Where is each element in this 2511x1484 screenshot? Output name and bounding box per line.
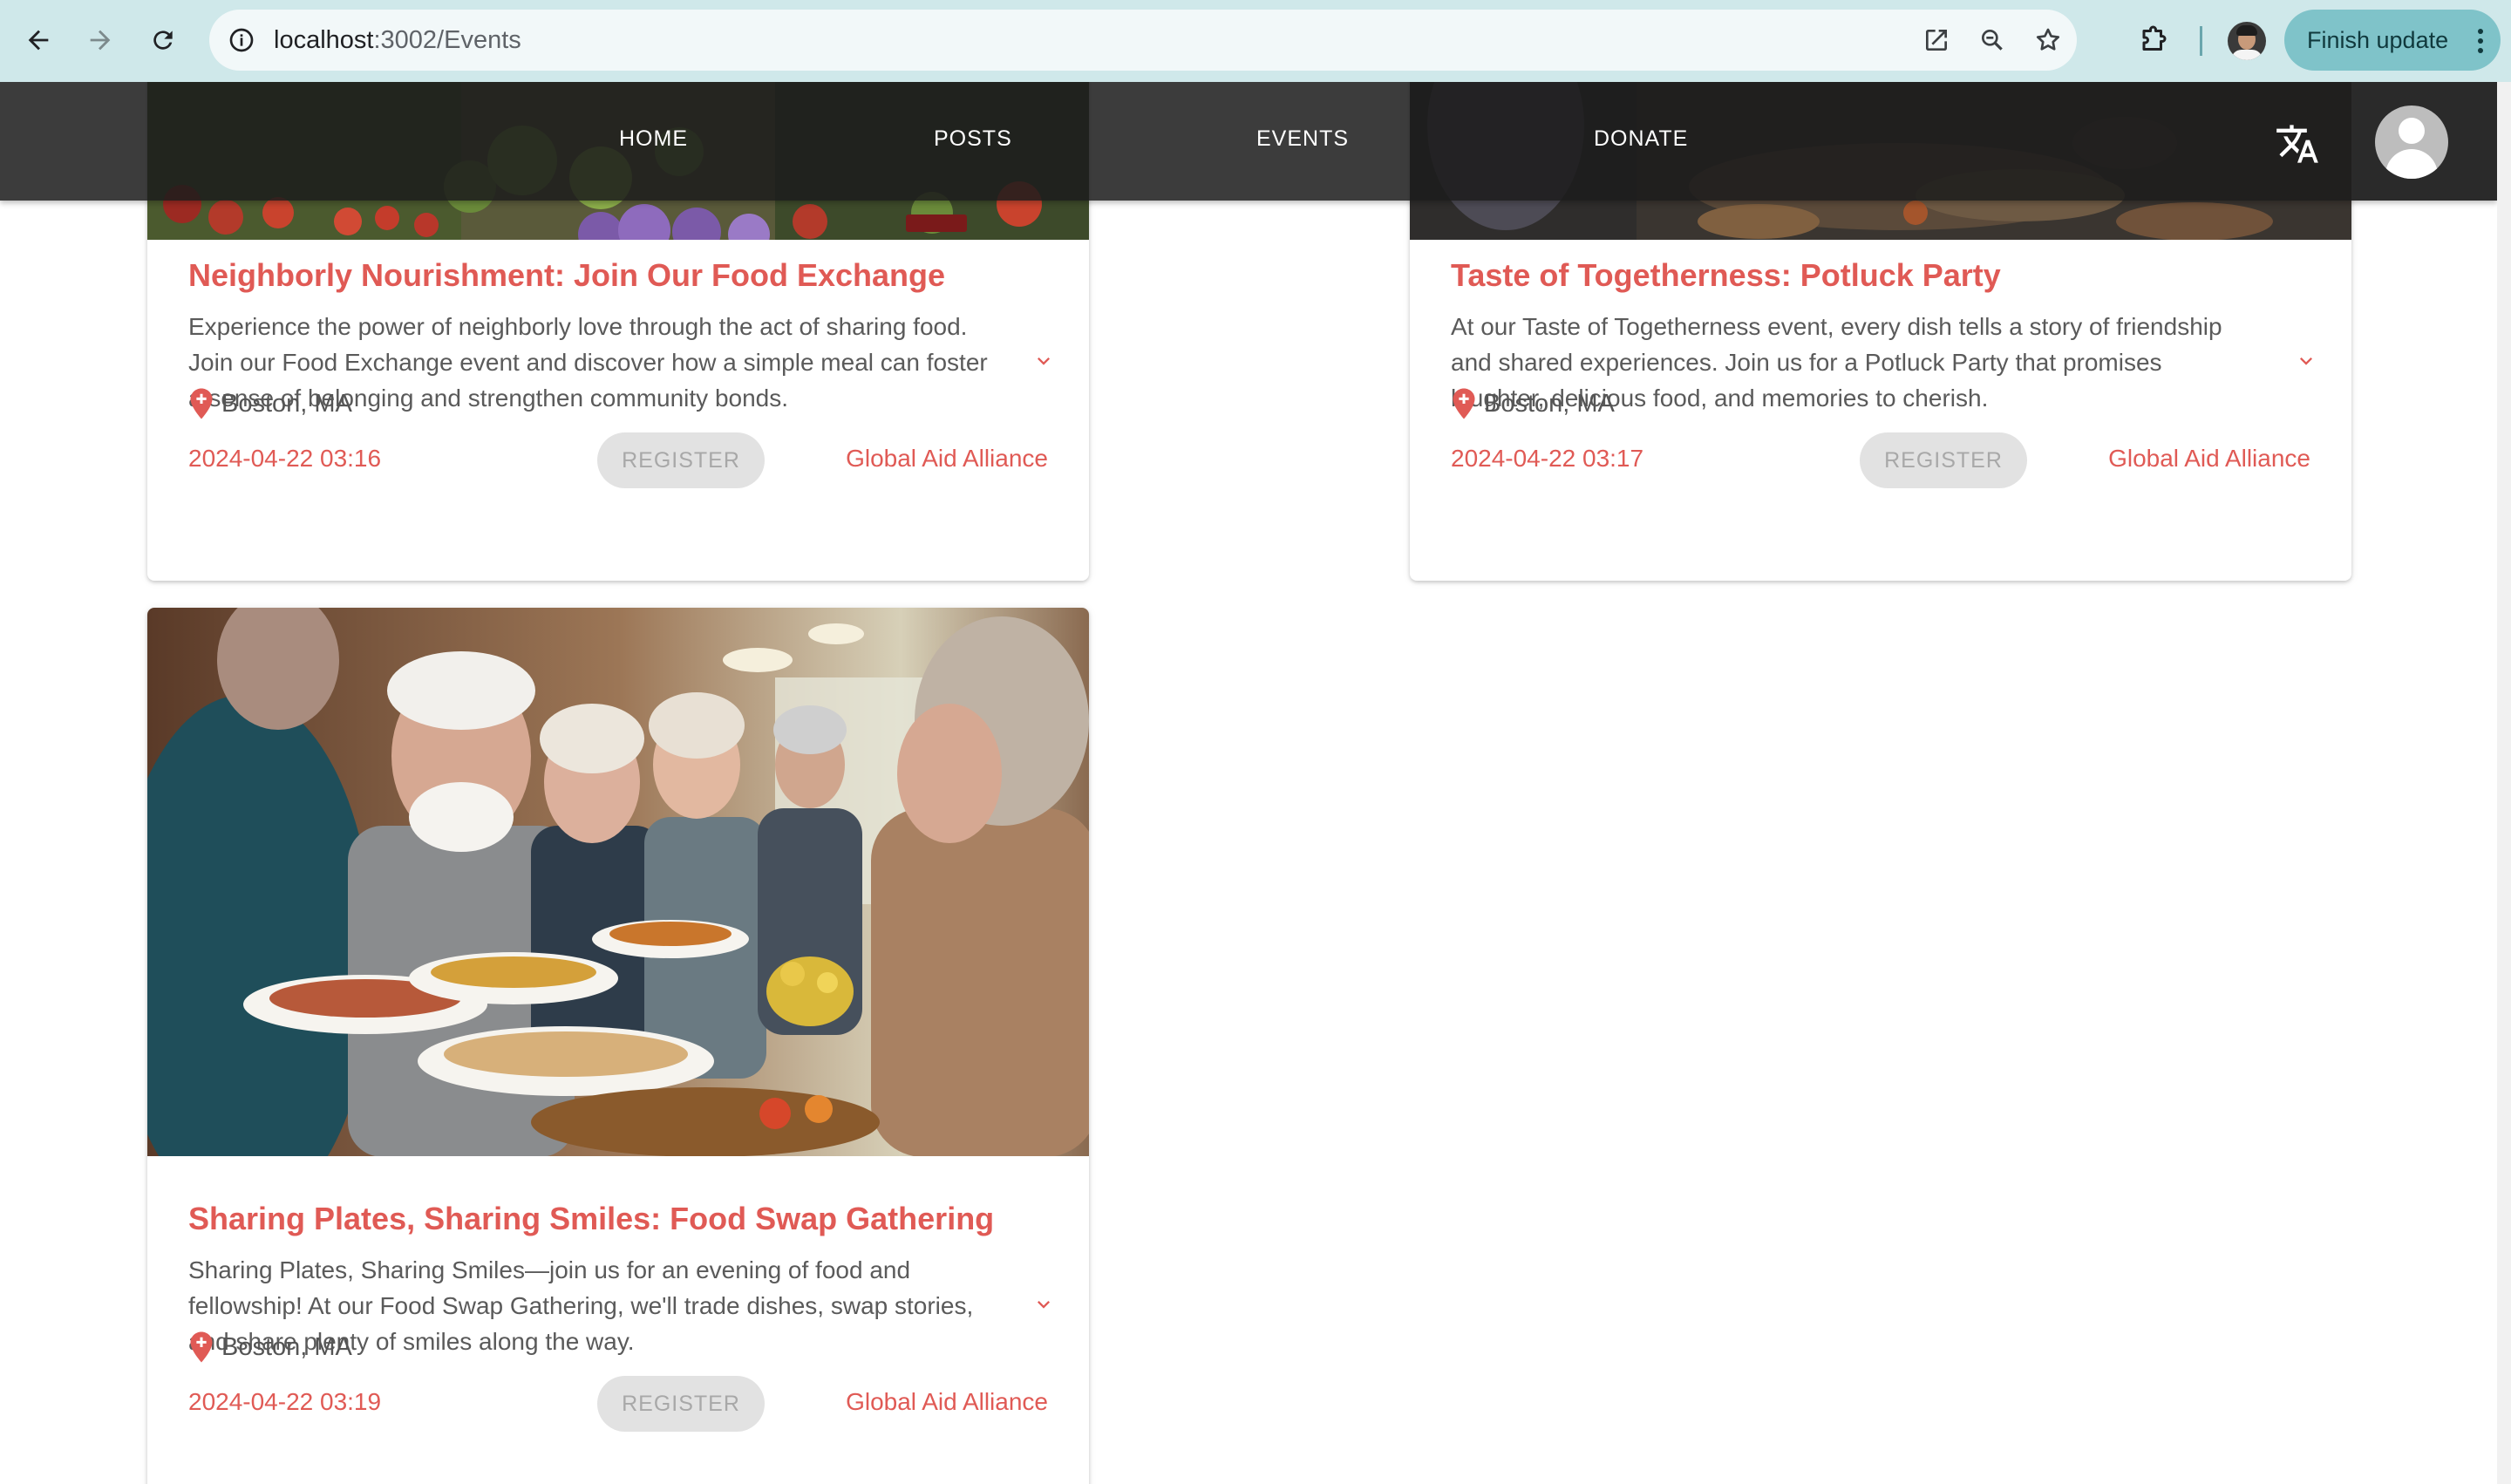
event-location: Boston, MA — [188, 387, 352, 420]
event-organization[interactable]: Global Aid Alliance — [2108, 445, 2310, 473]
address-bar[interactable]: localhost:3002/Events — [209, 10, 2077, 71]
finish-update-label: Finish update — [2307, 26, 2449, 53]
event-organization[interactable]: Global Aid Alliance — [846, 1388, 1048, 1416]
url-text[interactable]: localhost:3002/Events — [274, 26, 521, 55]
register-button[interactable]: REGISTER — [597, 432, 765, 488]
event-date: 2024-04-22 03:17 — [1451, 445, 1644, 472]
event-location: Boston, MA — [1451, 387, 1615, 420]
nav-events[interactable]: EVENTS — [1256, 126, 1349, 152]
event-location: Boston, MA — [188, 1331, 352, 1364]
chevron-down-icon[interactable] — [2282, 337, 2331, 385]
forward-arrow-icon[interactable] — [79, 19, 121, 61]
url-path: :3002/Events — [373, 26, 521, 54]
chevron-down-icon[interactable] — [1019, 337, 1068, 385]
open-in-new-icon[interactable] — [1918, 22, 1955, 58]
translate-icon[interactable] — [2271, 118, 2324, 170]
back-arrow-icon[interactable] — [17, 19, 59, 61]
event-date: 2024-04-22 03:19 — [188, 1388, 382, 1415]
toolbar-separator — [2200, 26, 2202, 56]
location-pin-icon — [1453, 388, 1475, 419]
page-viewport: Neighborly Nourishment: Join Our Food Ex… — [0, 82, 2511, 1484]
event-image — [147, 608, 1089, 1156]
nav-donate[interactable]: DONATE — [1594, 126, 1688, 152]
event-organization[interactable]: Global Aid Alliance — [846, 445, 1048, 473]
profile-avatar[interactable] — [2228, 22, 2266, 60]
event-date: 2024-04-22 03:16 — [188, 445, 382, 472]
nav-home[interactable]: HOME — [619, 126, 688, 152]
account-menu[interactable] — [2351, 82, 2497, 201]
zoom-icon[interactable] — [1974, 22, 2011, 58]
bookmark-star-icon[interactable] — [2030, 22, 2066, 58]
event-title[interactable]: Sharing Plates, Sharing Smiles: Food Swa… — [188, 1201, 994, 1237]
location-pin-icon — [190, 1331, 213, 1363]
location-text: Boston, MA — [1484, 389, 1615, 418]
location-text: Boston, MA — [221, 389, 352, 418]
extensions-puzzle-icon[interactable] — [2133, 19, 2175, 61]
register-button[interactable]: REGISTER — [597, 1376, 765, 1432]
event-title[interactable]: Taste of Togetherness: Potluck Party — [1451, 257, 2001, 294]
page-scrollbar[interactable] — [2497, 82, 2511, 1484]
account-avatar[interactable] — [2375, 106, 2448, 179]
nav-posts[interactable]: POSTS — [934, 126, 1012, 152]
event-title[interactable]: Neighborly Nourishment: Join Our Food Ex… — [188, 257, 945, 294]
url-host: localhost — [274, 26, 374, 54]
food-swap-photo — [147, 608, 1089, 1156]
event-card: Sharing Plates, Sharing Smiles: Food Swa… — [147, 608, 1089, 1484]
reload-icon[interactable] — [142, 19, 184, 61]
browser-toolbar: localhost:3002/Events Finish update — [0, 0, 2511, 82]
location-pin-icon — [190, 388, 213, 419]
location-text: Boston, MA — [221, 1332, 352, 1361]
site-info-icon[interactable] — [223, 22, 260, 58]
app-navbar: HOME POSTS EVENTS DONATE — [0, 82, 2497, 201]
chevron-down-icon[interactable] — [1019, 1280, 1068, 1329]
kebab-menu-icon[interactable] — [2478, 29, 2483, 53]
register-button[interactable]: REGISTER — [1860, 432, 2027, 488]
finish-update-button[interactable]: Finish update — [2284, 10, 2501, 71]
